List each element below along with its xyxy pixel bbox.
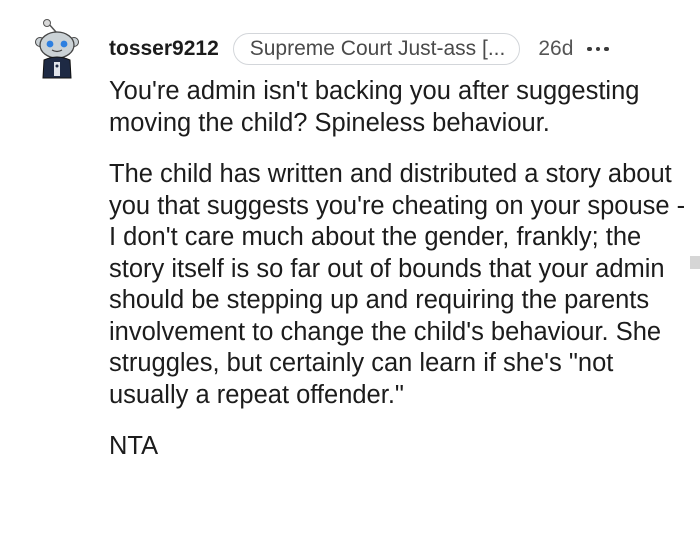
comment-paragraph: NTA (109, 432, 159, 460)
more-dot (587, 46, 592, 52)
more-dot (604, 46, 609, 52)
comment: tosser9212 Supreme Court Just-ass [... 2… (0, 0, 700, 553)
more-options-icon[interactable] (587, 37, 609, 61)
snoo-avatar-icon (35, 19, 79, 79)
scrollbar-thumb[interactable] (690, 256, 700, 269)
more-dot (595, 46, 601, 52)
comment-header: tosser9212 Supreme Court Just-ass [... 2… (109, 33, 609, 65)
comment-paragraph: The child has written and distributed a … (109, 160, 686, 409)
comment-paragraph: You're admin isn't backing you after sug… (109, 77, 640, 137)
comment-body: You're admin isn't backing you after sug… (109, 76, 689, 483)
user-flair[interactable]: Supreme Court Just-ass [... (232, 33, 521, 65)
user-avatar-icon[interactable] (34, 18, 84, 80)
comment-timestamp: 26d (538, 37, 574, 60)
username-link[interactable]: tosser9212 (109, 37, 219, 61)
